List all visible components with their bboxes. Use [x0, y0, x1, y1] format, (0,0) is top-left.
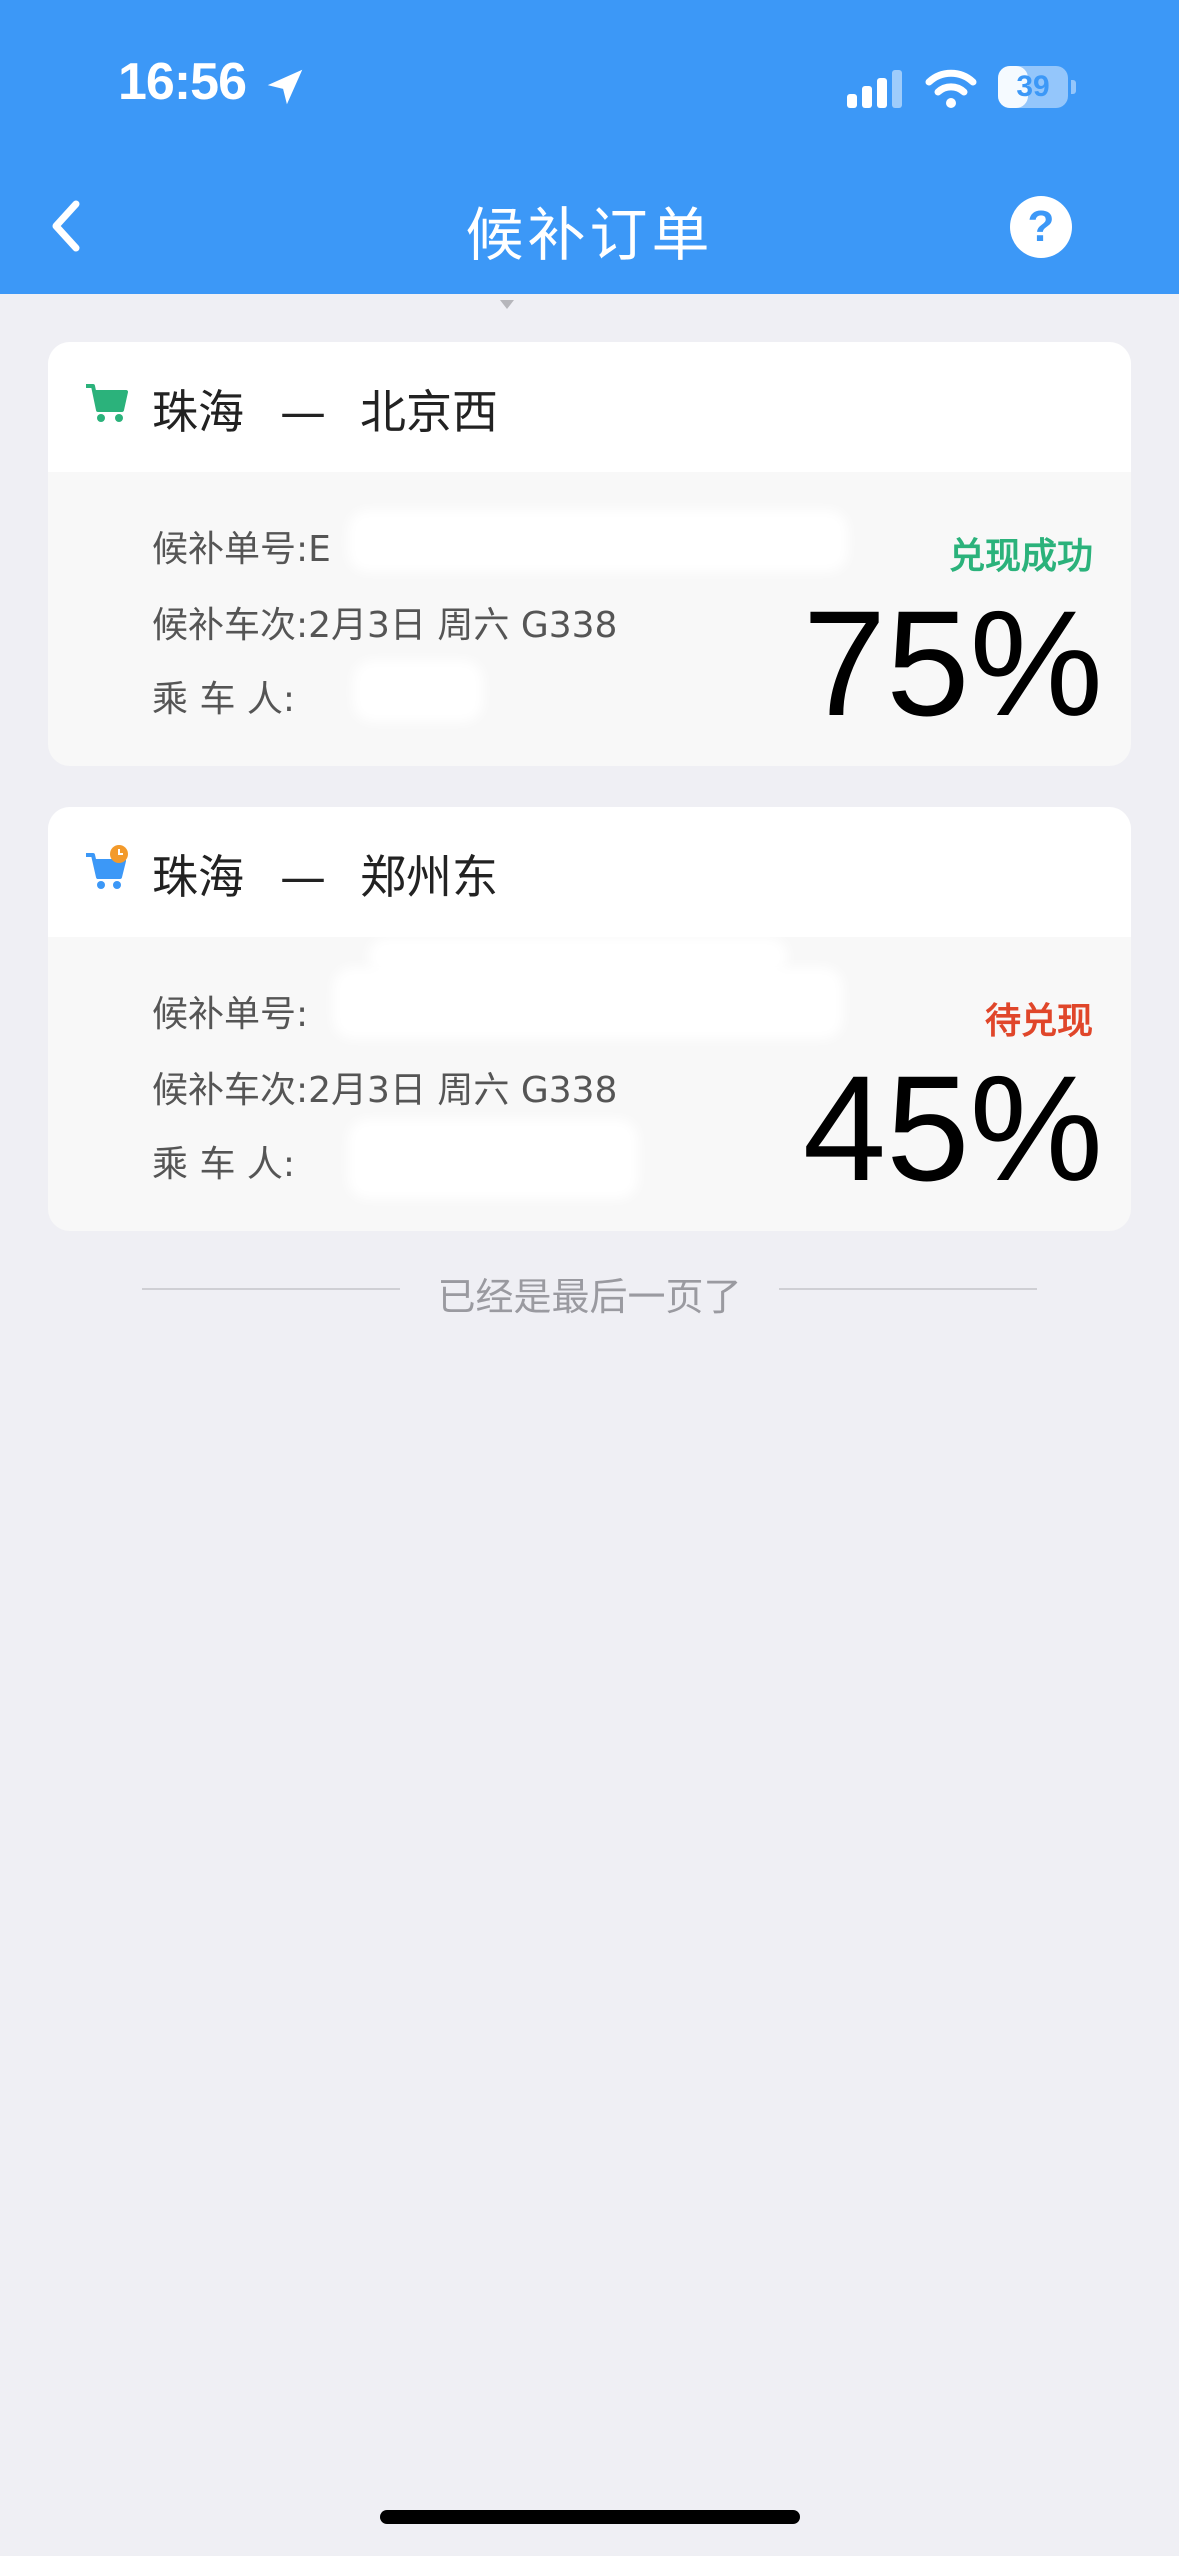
redaction-mask	[353, 660, 483, 722]
home-indicator[interactable]	[380, 2510, 800, 2524]
header-bar: 16:56 39 候补订单 ?	[0, 0, 1179, 294]
wifi-icon	[925, 69, 977, 108]
redaction-mask	[348, 1119, 638, 1199]
train-value: 2月3日 周六 G338	[308, 605, 618, 646]
route-to: 北京西	[360, 385, 498, 439]
order-number-value: E	[308, 529, 331, 570]
order-percent: 45%	[802, 1044, 1103, 1212]
order-number-row: 候补单号:E	[152, 520, 331, 572]
battery-level: 39	[1016, 70, 1050, 103]
order-card[interactable]: 珠海 — 郑州东 候补单号: 候补车次:2月3日 周六 G338 乘 车 人: 待兑…	[48, 807, 1131, 1231]
route: 珠海 — 北京西	[152, 376, 498, 442]
cart-clock-icon	[86, 845, 128, 889]
route-to: 郑州东	[360, 850, 498, 904]
route-separator: —	[280, 385, 326, 439]
train-row: 候补车次:2月3日 周六 G338	[152, 596, 617, 648]
order-number-label: 候补单号:	[152, 994, 309, 1035]
redaction-mask	[348, 510, 848, 572]
train-label: 候补车次:	[152, 605, 309, 646]
help-button[interactable]: ?	[1010, 196, 1072, 258]
divider-right	[779, 1288, 1037, 1290]
route-separator: —	[280, 850, 326, 904]
order-percent: 75%	[802, 579, 1103, 747]
passenger-row: 乘 车 人:	[152, 1135, 295, 1187]
order-card[interactable]: 珠海 — 北京西 候补单号:E 候补车次:2月3日 周六 G338 乘 车 人: 兑…	[48, 342, 1131, 766]
route: 珠海 — 郑州东	[152, 841, 498, 907]
order-status: 兑现成功	[948, 536, 1093, 577]
train-value: 2月3日 周六 G338	[308, 1070, 618, 1111]
end-of-list-text: 已经是最后一页了	[437, 1275, 742, 1319]
cart-icon	[86, 384, 128, 422]
order-card-header: 珠海 — 郑州东	[48, 807, 1131, 937]
passenger-label: 乘 车 人:	[152, 1144, 296, 1185]
route-from: 珠海	[152, 385, 244, 439]
pull-indicator-icon	[500, 300, 514, 309]
order-number-label: 候补单号:	[152, 529, 309, 570]
passenger-row: 乘 车 人:	[152, 670, 295, 722]
route-from: 珠海	[152, 850, 244, 904]
order-card-header: 珠海 — 北京西	[48, 342, 1131, 472]
passenger-label: 乘 车 人:	[152, 679, 296, 720]
order-status: 待兑现	[984, 1001, 1093, 1042]
battery-indicator: 39	[998, 66, 1076, 108]
train-row: 候补车次:2月3日 周六 G338	[152, 1061, 617, 1113]
train-label: 候补车次:	[152, 1070, 309, 1111]
order-number-row: 候补单号:	[152, 985, 308, 1037]
location-arrow-icon	[267, 69, 303, 105]
cellular-signal-icon	[847, 70, 902, 108]
page-title: 候补订单	[465, 201, 714, 269]
redaction-mask	[333, 967, 843, 1039]
status-time: 16:56	[118, 53, 247, 111]
